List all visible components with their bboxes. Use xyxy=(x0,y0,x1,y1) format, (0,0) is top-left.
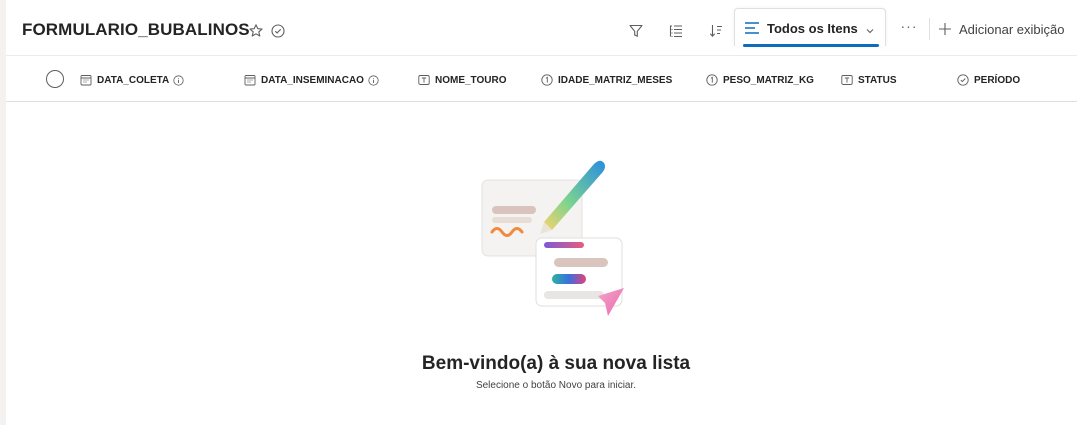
view-selector-tab[interactable]: Todos os Itens xyxy=(734,8,886,47)
info-icon[interactable] xyxy=(368,74,379,86)
add-view-button[interactable]: Adicionar exibição xyxy=(938,19,1065,39)
column-label: PESO_MATRIZ_KG xyxy=(723,74,814,86)
column-header-idade-matriz-meses[interactable]: IDADE_MATRIZ_MESES xyxy=(541,72,672,88)
number-icon xyxy=(541,74,553,86)
column-label: DATA_COLETA xyxy=(97,74,170,86)
sort-icon[interactable] xyxy=(706,21,726,41)
chevron-down-icon xyxy=(865,23,875,34)
view-tab-label: Todos os Itens xyxy=(767,21,858,36)
column-header-data-inseminacao[interactable]: DATA_INSEMINACAO xyxy=(244,72,379,88)
column-header-nome-touro[interactable]: NOME_TOURO xyxy=(418,72,507,88)
column-label: PERÍODO xyxy=(974,74,1021,86)
empty-state-heading: Bem-vindo(a) à sua nova lista xyxy=(421,353,691,374)
active-tab-indicator xyxy=(743,44,879,47)
column-header-status[interactable]: STATUS xyxy=(841,72,897,88)
list-grouping-icon[interactable] xyxy=(666,21,686,41)
column-header-peso-matriz-kg[interactable]: PESO_MATRIZ_KG xyxy=(706,72,814,88)
add-view-label: Adicionar exibição xyxy=(959,21,1065,37)
empty-state-subtext: Selecione o botão Novo para iniciar. xyxy=(475,380,637,391)
calendar-icon xyxy=(80,74,92,86)
column-label: STATUS xyxy=(858,74,897,86)
calendar-icon xyxy=(244,74,256,86)
text-field-icon xyxy=(418,74,430,86)
column-header-row: DATA_COLETA DATA_INSEMINACAO NOME_TOURO … xyxy=(6,56,1077,102)
empty-list-illustration xyxy=(481,160,624,316)
more-options-button[interactable]: ··· xyxy=(898,18,920,38)
column-label: DATA_INSEMINACAO xyxy=(261,74,364,86)
info-icon[interactable] xyxy=(173,74,184,86)
star-icon[interactable] xyxy=(246,21,266,41)
column-label: NOME_TOURO xyxy=(435,74,507,86)
text-field-icon xyxy=(841,74,853,86)
page-title: FORMULARIO_BUBALINOS xyxy=(22,20,250,39)
check-circle-icon[interactable] xyxy=(268,21,288,41)
column-label: IDADE_MATRIZ_MESES xyxy=(558,74,673,86)
select-all-checkbox[interactable] xyxy=(46,70,64,88)
toolbar-divider xyxy=(929,18,930,40)
number-icon xyxy=(706,74,718,86)
list-app: FORMULARIO_BUBALINOS Todos os Itens ··· … xyxy=(6,0,1077,425)
view-list-icon xyxy=(744,21,760,35)
column-header-periodo[interactable]: PERÍODO xyxy=(957,72,1020,88)
choice-check-icon xyxy=(957,74,969,86)
filter-icon[interactable] xyxy=(626,21,646,41)
column-header-data-coleta[interactable]: DATA_COLETA xyxy=(80,72,184,88)
plus-icon xyxy=(938,22,952,36)
